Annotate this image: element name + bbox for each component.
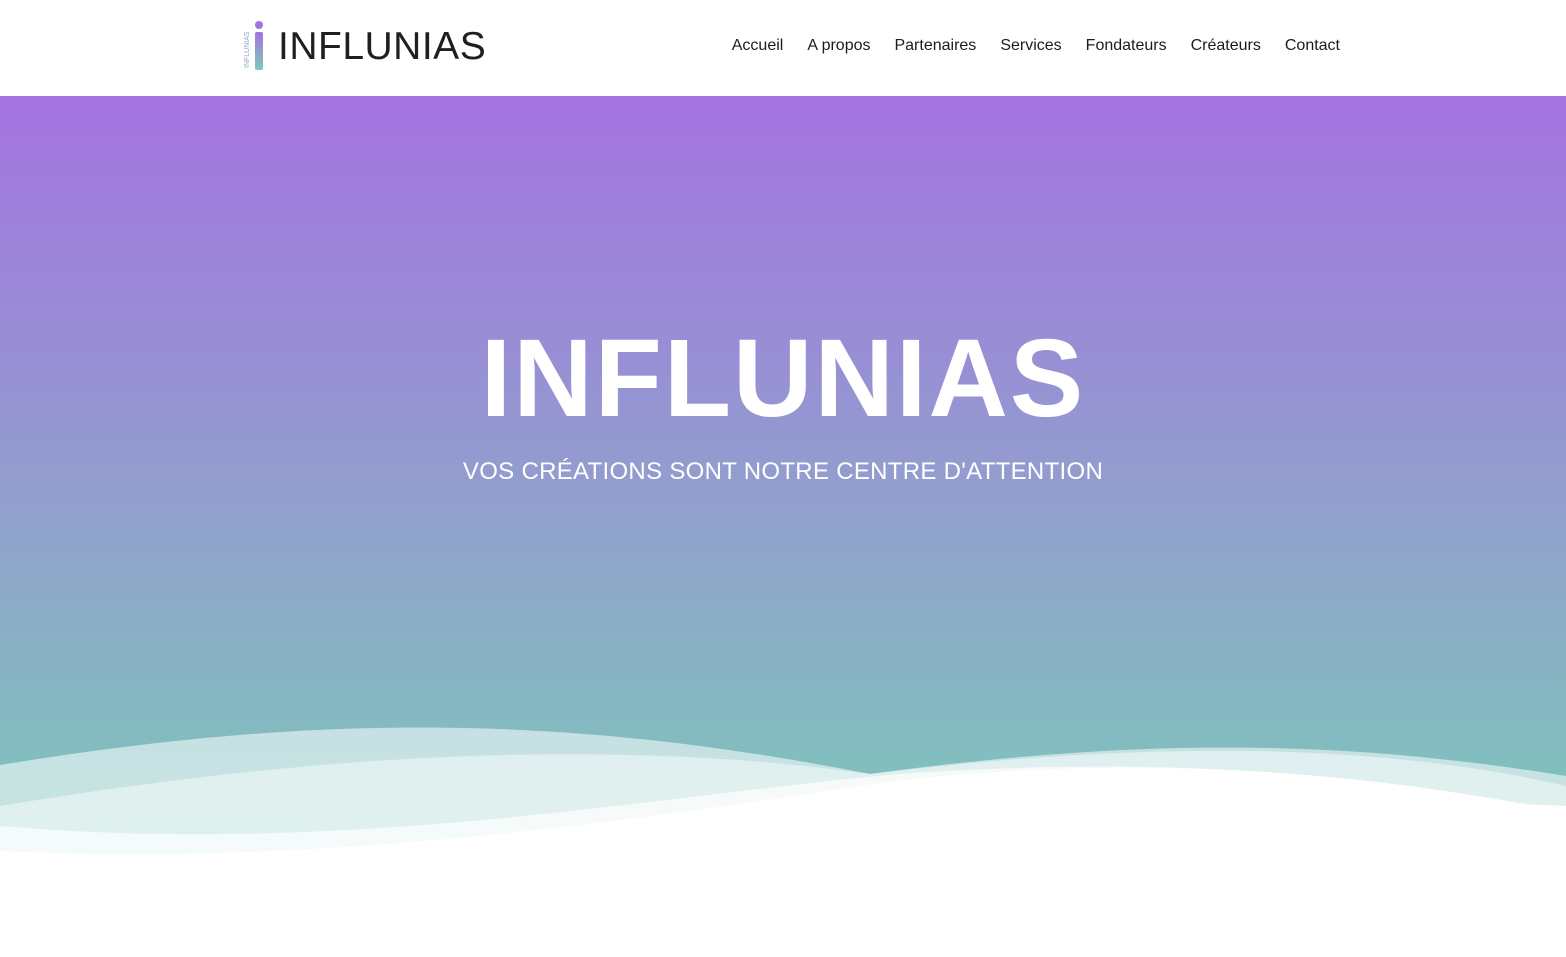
nav-item-contact[interactable]: Contact	[1285, 37, 1340, 55]
hero-wave-divider	[0, 727, 1566, 957]
hero-subtitle: VOS CRÉATIONS SONT NOTRE CENTRE D'ATTENT…	[462, 458, 1104, 485]
site-header: INFLUNIAS INFLUNIAS Accueil A propos Par…	[0, 0, 1566, 96]
nav-item-services[interactable]: Services	[1000, 37, 1061, 55]
nav-item-a-propos[interactable]: A propos	[807, 37, 870, 55]
hero-title: INFLUNIAS	[480, 317, 1086, 440]
nav-item-accueil[interactable]: Accueil	[732, 37, 784, 55]
svg-text:INFLUNIAS: INFLUNIAS	[244, 31, 251, 68]
main-navigation: Accueil A propos Partenaires Services Fo…	[732, 0, 1340, 92]
nav-item-createurs[interactable]: Créateurs	[1191, 37, 1261, 55]
brand-logo-link[interactable]: INFLUNIAS INFLUNIAS	[244, 18, 486, 74]
nav-item-fondateurs[interactable]: Fondateurs	[1086, 37, 1167, 55]
nav-item-partenaires[interactable]: Partenaires	[894, 37, 976, 55]
influnias-logo-icon: INFLUNIAS	[244, 21, 263, 70]
hero-section: INFLUNIAS VOS CRÉATIONS SONT NOTRE CENTR…	[0, 96, 1566, 957]
brand-name: INFLUNIAS	[278, 24, 487, 68]
